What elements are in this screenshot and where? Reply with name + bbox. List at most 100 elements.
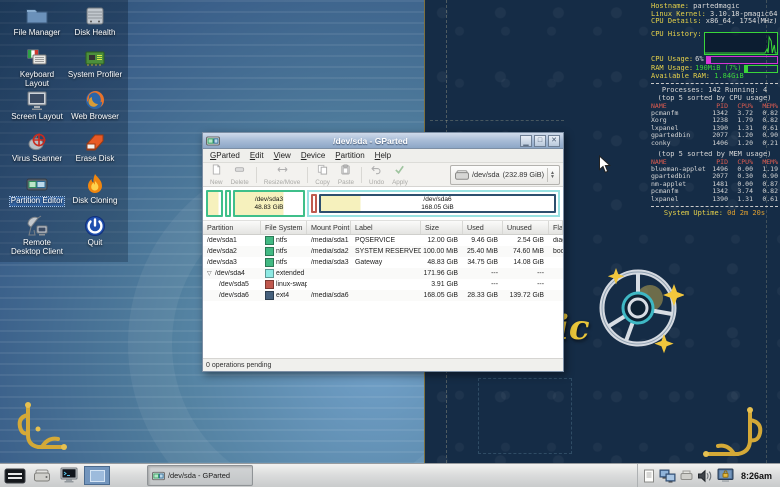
gparted-window: /dev/sda - GParted ▁ □ ✕ GPartedEditView…: [202, 132, 564, 372]
toolbar-button-label: Copy: [315, 180, 330, 187]
maximize-button[interactable]: □: [534, 135, 546, 147]
desktop-icon-screen-layout[interactable]: Screen Layout: [8, 88, 66, 130]
menu-device[interactable]: Device: [296, 151, 330, 160]
label-cell: SYSTEM RESERVED: [351, 248, 421, 255]
process-cell: nm-applet: [651, 181, 706, 188]
minimize-button[interactable]: ▁: [520, 135, 532, 147]
quit-icon: [83, 214, 107, 238]
desktop-icon-disk-health[interactable]: Disk Health: [66, 4, 124, 46]
column-header-used[interactable]: Used: [463, 221, 503, 234]
app-menu-button[interactable]: [3, 466, 27, 486]
device-combobox[interactable]: /dev/sda (232.89 GiB) ▲▼: [450, 165, 560, 185]
uptime-label: System Uptime:: [664, 209, 723, 217]
desktop-icon-label: System Profiler: [67, 71, 123, 80]
network-monitors-icon[interactable]: [659, 469, 676, 483]
taskbar-clock[interactable]: 8:26am: [738, 471, 777, 481]
desktop-icon-disk-cloning[interactable]: Disk Cloning: [66, 172, 124, 214]
toolbar-undo-button[interactable]: Undo: [365, 162, 388, 187]
partition-row-dev-sda5[interactable]: /dev/sda5linux-swap3.91 GiB------: [203, 279, 563, 290]
toolbar-apply-button[interactable]: Apply: [388, 162, 412, 187]
desktop-icon-erase-disk[interactable]: Erase Disk: [66, 130, 124, 172]
removable-device-icon[interactable]: [680, 470, 693, 481]
partition-row-dev-sda4[interactable]: ▽/dev/sda4extended171.96 GiB------: [203, 268, 563, 279]
cpu-usage-label: CPU Usage:: [651, 56, 693, 64]
desktop-icon-keyboard-layout[interactable]: Keyboard Layout: [8, 46, 66, 88]
column-header-flags[interactable]: Flags: [549, 221, 563, 234]
desktop-icon-label: Erase Disk: [75, 155, 116, 164]
size-cell: 168.05 GiB: [421, 292, 463, 299]
desktop-icon-partition-editor[interactable]: Partition Editor: [8, 172, 66, 214]
desktop-icon-system-profiler[interactable]: System Profiler: [66, 46, 124, 88]
title-bar[interactable]: /dev/sda - GParted ▁ □ ✕: [203, 133, 563, 149]
partition-segment-sda5[interactable]: [311, 194, 317, 213]
column-header-label[interactable]: Label: [351, 221, 421, 234]
process-cell: pcmanfm: [651, 188, 706, 195]
filesystem-color-swatch: [265, 291, 274, 300]
combo-spinner-icon[interactable]: ▲▼: [547, 168, 557, 182]
menu-partition[interactable]: Partition: [330, 151, 369, 160]
new-icon: [211, 162, 222, 180]
volume-icon[interactable]: [697, 469, 713, 483]
desktop-icon-web-browser[interactable]: Web Browser: [66, 88, 124, 130]
toolbar-delete-button[interactable]: Delete: [227, 162, 253, 187]
desktop-icon-label: Keyboard Layout: [8, 71, 66, 88]
toolbar-new-button[interactable]: New: [206, 162, 227, 187]
desktop-icon-label: Partition Editor: [10, 197, 64, 206]
column-header-unused[interactable]: Unused: [503, 221, 549, 234]
expander-icon[interactable]: ▽: [207, 270, 215, 277]
partition-segment-sda2[interactable]: [225, 190, 231, 217]
partition-name-cell: /dev/sda2: [203, 248, 261, 255]
menu-help[interactable]: Help: [370, 151, 396, 160]
menu-edit[interactable]: Edit: [245, 151, 269, 160]
column-header-file-system[interactable]: File System: [261, 221, 307, 234]
desktop-icon-label: Quit: [87, 239, 104, 248]
desktop-icon-quit[interactable]: Quit: [66, 214, 124, 256]
partition-row-dev-sda6[interactable]: /dev/sda6ext4/media/sda6168.05 GiB28.33 …: [203, 290, 563, 301]
desktop-icon-remote-desktop-client[interactable]: Remote Desktop Client: [8, 214, 66, 256]
toolbar-paste-button[interactable]: Paste: [334, 162, 358, 187]
processes-line: Processes: 142 Running: 4: [651, 87, 778, 95]
column-header-partition[interactable]: Partition: [203, 221, 261, 234]
filesystem-cell: extended: [261, 269, 307, 278]
partition-segment-sda3[interactable]: /dev/sda348.83 GiB: [233, 190, 305, 217]
drives-launcher-icon[interactable]: [30, 466, 54, 486]
partition-row-dev-sda3[interactable]: /dev/sda3ntfs/media/sda3Gateway48.83 GiB…: [203, 257, 563, 268]
display-launcher-icon[interactable]: [57, 466, 81, 486]
process-cell: Xorg: [651, 117, 706, 124]
menu-gparted[interactable]: GParted: [205, 151, 245, 160]
gparted-app-icon: [206, 136, 220, 146]
ram-usage-value: 190MiB (7%): [695, 65, 741, 73]
partition-row-dev-sda2[interactable]: /dev/sda2ntfs/media/sda2SYSTEM RESERVED1…: [203, 246, 563, 257]
taskbar-task-gparted[interactable]: /dev/sda - GParted: [147, 465, 253, 486]
mount-point-cell: /media/sda1: [307, 237, 351, 244]
close-button[interactable]: ✕: [548, 135, 560, 147]
desktop-icon-file-manager[interactable]: File Manager: [8, 4, 66, 46]
partition-segment-sda1[interactable]: [206, 190, 223, 217]
separator: [651, 206, 778, 207]
workspace-pager[interactable]: [84, 466, 110, 485]
process-cell: lxpanel: [651, 196, 706, 203]
column-header-mount-point[interactable]: Mount Point: [307, 221, 351, 234]
copy-icon: [317, 162, 328, 180]
desktop-icon-label: Disk Cloning: [72, 197, 119, 206]
menu-view[interactable]: View: [269, 151, 296, 160]
process-cell: 1390: [706, 196, 728, 203]
mount-point-cell: /media/sda3: [307, 259, 351, 266]
used-cell: ---: [463, 270, 503, 277]
unused-cell: ---: [503, 270, 549, 277]
toolbar-copy-button[interactable]: Copy: [311, 162, 334, 187]
toolbar-resize-move-button[interactable]: Resize/Move: [260, 162, 304, 187]
clipboard-icon[interactable]: [643, 469, 655, 483]
column-header-size[interactable]: Size: [421, 221, 463, 234]
partition-segment-extended[interactable]: /dev/sda6168.05 GiB: [307, 190, 560, 217]
apply-icon: [394, 162, 405, 180]
desktop-icon-virus-scanner[interactable]: Virus Scanner: [8, 130, 66, 172]
screen-lock-icon[interactable]: [717, 468, 734, 483]
virus-icon: [25, 130, 49, 154]
cpu-usage-value: 6%: [695, 56, 703, 64]
partition-segment-sda6[interactable]: /dev/sda6168.05 GiB: [319, 194, 556, 213]
partition-row-dev-sda1[interactable]: /dev/sda1ntfs/media/sda1PQSERVICE12.00 G…: [203, 235, 563, 246]
mount-point-cell: /media/sda6: [307, 292, 351, 299]
process-cell: blueman-applet: [651, 166, 706, 173]
uptime-value: 0d 2m 20s: [727, 209, 765, 217]
